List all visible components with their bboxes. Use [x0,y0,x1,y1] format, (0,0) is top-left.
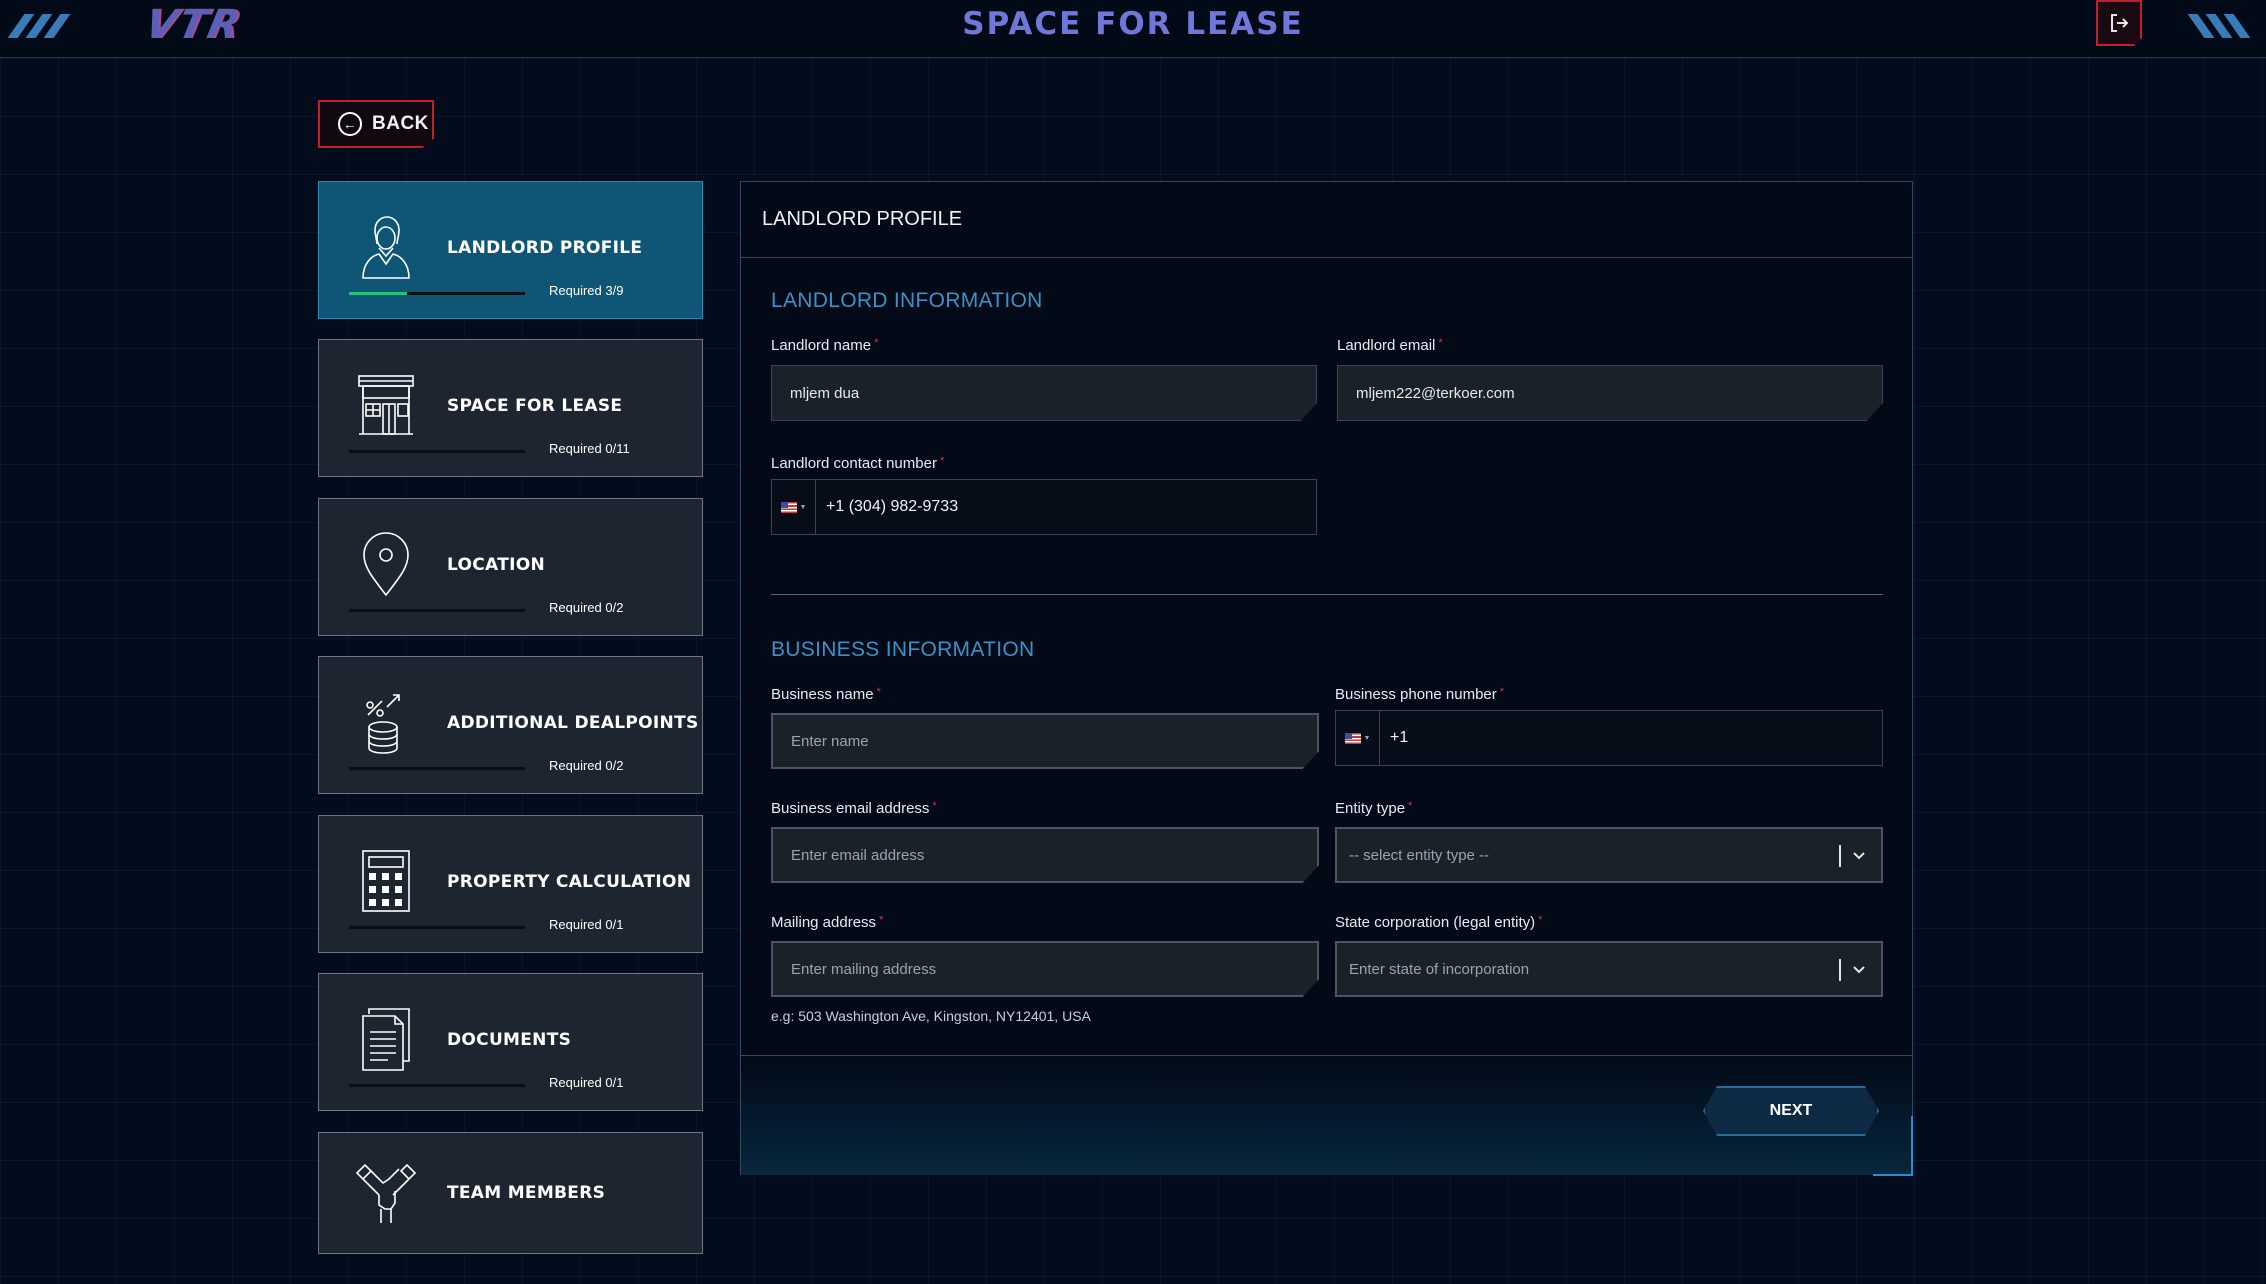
step-space-for-lease[interactable]: SPACE FOR LEASE Required 0/11 [318,339,703,477]
step-required-count: Required 0/2 [549,600,624,615]
step-label: LANDLORD PROFILE [447,238,643,258]
step-label: LOCATION [447,555,545,575]
section-divider [771,594,1883,595]
step-label: SPACE FOR LEASE [447,396,623,416]
business-phone-input[interactable]: +1 [1380,729,1408,747]
landlord-phone-label: Landlord contact number * [771,455,945,472]
panel-footer: NEXT [741,1055,1913,1176]
landlord-name-input[interactable]: mljem dua [771,365,1317,421]
country-code-selector[interactable]: ▼ [1336,711,1380,765]
calculator-icon [362,850,410,912]
user-icon [362,216,410,279]
step-label: PROPERTY CALCULATION [447,872,692,892]
panel-title: LANDLORD PROFILE [741,182,1912,258]
step-additional-dealpoints[interactable]: ADDITIONAL DEALPOINTS Required 0/2 [318,656,703,794]
business-name-label: Business name * [771,686,881,703]
step-team-members[interactable]: TEAM MEMBERS [318,1132,703,1254]
mailing-address-hint: e.g: 503 Washington Ave, Kingston, NY124… [771,1008,1091,1024]
mailing-address-input[interactable]: Enter mailing address [771,941,1319,997]
building-icon [358,375,414,435]
coins-icon [366,694,400,754]
step-documents[interactable]: DOCUMENTS Required 0/1 [318,973,703,1111]
landlord-email-input[interactable]: mljem222@terkoer.com [1337,365,1883,421]
us-flag-icon [1344,732,1361,744]
corner-accent [1873,1116,1913,1176]
next-button[interactable]: NEXT [1703,1086,1879,1136]
step-required-count: Required 0/1 [549,1075,624,1090]
landlord-profile-panel: LANDLORD PROFILE LANDLORD INFORMATION La… [740,181,1913,1176]
state-corporation-placeholder: Enter state of incorporation [1349,960,1530,978]
step-landlord-profile[interactable]: LANDLORD PROFILE Required 3/9 [318,181,703,319]
step-progress-bar [349,609,525,612]
step-location[interactable]: LOCATION Required 0/2 [318,498,703,636]
step-progress-bar [349,926,525,929]
page-title: SPACE FOR LEASE [962,6,1304,42]
step-property-calculation[interactable]: PROPERTY CALCULATION Required 0/1 [318,815,703,953]
business-email-input[interactable]: Enter email address [771,827,1319,883]
entity-type-label: Entity type * [1335,800,1413,817]
step-label: ADDITIONAL DEALPOINTS [447,713,699,733]
top-bar: VTR SPACE FOR LEASE [0,0,2266,58]
state-corporation-label: State corporation (legal entity) * [1335,914,1543,931]
step-required-count: Required 3/9 [549,283,624,298]
landlord-phone-input[interactable]: +1 (304) 982-9733 [816,498,958,516]
select-separator [1839,845,1841,867]
location-pin-icon [363,532,409,597]
landlord-name-label: Landlord name * [771,337,879,354]
country-code-selector[interactable]: ▼ [772,480,816,534]
step-progress-bar [349,1084,525,1087]
back-label: BACK [372,113,429,134]
landlord-phone-field[interactable]: ▼ +1 (304) 982-9733 [771,479,1317,535]
state-corporation-select[interactable]: Enter state of incorporation [1335,941,1883,997]
select-separator [1839,959,1841,981]
landlord-email-label: Landlord email * [1337,337,1443,354]
decorative-stripes-right [2187,14,2251,38]
business-phone-field[interactable]: ▼ +1 [1335,710,1883,766]
back-button[interactable]: ← BACK [318,100,434,148]
business-email-label: Business email address * [771,800,937,817]
business-name-input[interactable]: Enter name [771,713,1319,769]
chevron-down-icon [1853,852,1865,860]
step-progress-bar [349,767,525,770]
logout-button[interactable] [2096,0,2142,46]
step-progress-bar [349,450,525,453]
step-required-count: Required 0/1 [549,917,624,932]
us-flag-icon [780,501,797,513]
step-label: TEAM MEMBERS [447,1183,606,1203]
landlord-information-heading: LANDLORD INFORMATION [771,289,1043,312]
business-phone-label: Business phone number * [1335,686,1505,703]
back-arrow-icon: ← [338,112,362,136]
step-label: DOCUMENTS [447,1030,572,1050]
logout-icon [2111,14,2129,32]
mailing-address-label: Mailing address * [771,914,884,931]
business-information-heading: BUSINESS INFORMATION [771,638,1035,661]
step-required-count: Required 0/2 [549,758,624,773]
entity-type-select[interactable]: -- select entity type -- [1335,827,1883,883]
step-required-count: Required 0/11 [549,441,630,456]
step-progress-bar [349,292,525,295]
chevron-down-icon: ▼ [1363,734,1371,742]
chevron-down-icon [1853,966,1865,974]
handshake-icon [355,1163,417,1223]
entity-type-value: -- select entity type -- [1349,846,1490,864]
chevron-down-icon: ▼ [799,503,807,511]
document-icon [362,1008,410,1071]
